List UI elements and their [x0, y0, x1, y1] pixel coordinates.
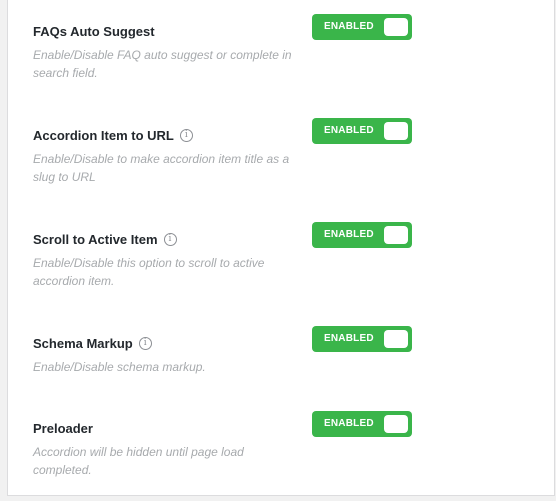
setting-title: FAQs Auto Suggest	[33, 24, 155, 39]
toggle-label: ENABLED	[324, 21, 374, 32]
setting-title: Accordion Item to URL i	[33, 128, 193, 143]
toggle-label: ENABLED	[324, 125, 374, 136]
faqs-auto-suggest-toggle[interactable]: ENABLED	[312, 14, 412, 40]
setting-description: Enable/Disable this option to scroll to …	[33, 256, 265, 288]
setting-description: Accordion will be hidden until page load…	[33, 445, 244, 477]
setting-description: Enable/Disable FAQ auto suggest or compl…	[33, 48, 292, 80]
setting-title-text: FAQs Auto Suggest	[33, 24, 155, 39]
accordion-item-to-url-toggle[interactable]: ENABLED	[312, 118, 412, 144]
info-icon[interactable]: i	[138, 337, 152, 350]
setting-description: Enable/Disable to make accordion item ti…	[33, 152, 290, 184]
toggle-knob	[384, 18, 408, 36]
toggle-knob	[384, 330, 408, 348]
toggle-knob	[384, 415, 408, 433]
info-icon[interactable]: i	[179, 129, 193, 142]
toggle-label: ENABLED	[324, 418, 374, 429]
scroll-to-active-item-toggle[interactable]: ENABLED	[312, 222, 412, 248]
toggle-knob	[384, 226, 408, 244]
settings-panel: FAQs Auto Suggest Enable/Disable FAQ aut…	[7, 0, 555, 496]
setting-title: Preloader	[33, 421, 93, 436]
schema-markup-toggle[interactable]: ENABLED	[312, 326, 412, 352]
setting-title: Schema Markup i	[33, 336, 152, 351]
setting-title: Scroll to Active Item i	[33, 232, 177, 247]
setting-title-text: Accordion Item to URL	[33, 128, 174, 143]
toggle-label: ENABLED	[324, 229, 374, 240]
setting-description: Enable/Disable schema markup.	[33, 360, 206, 374]
info-icon[interactable]: i	[163, 233, 177, 246]
toggle-knob	[384, 122, 408, 140]
setting-title-text: Scroll to Active Item	[33, 232, 158, 247]
setting-title-text: Preloader	[33, 421, 93, 436]
setting-title-text: Schema Markup	[33, 336, 133, 351]
toggle-label: ENABLED	[324, 333, 374, 344]
preloader-toggle[interactable]: ENABLED	[312, 411, 412, 437]
